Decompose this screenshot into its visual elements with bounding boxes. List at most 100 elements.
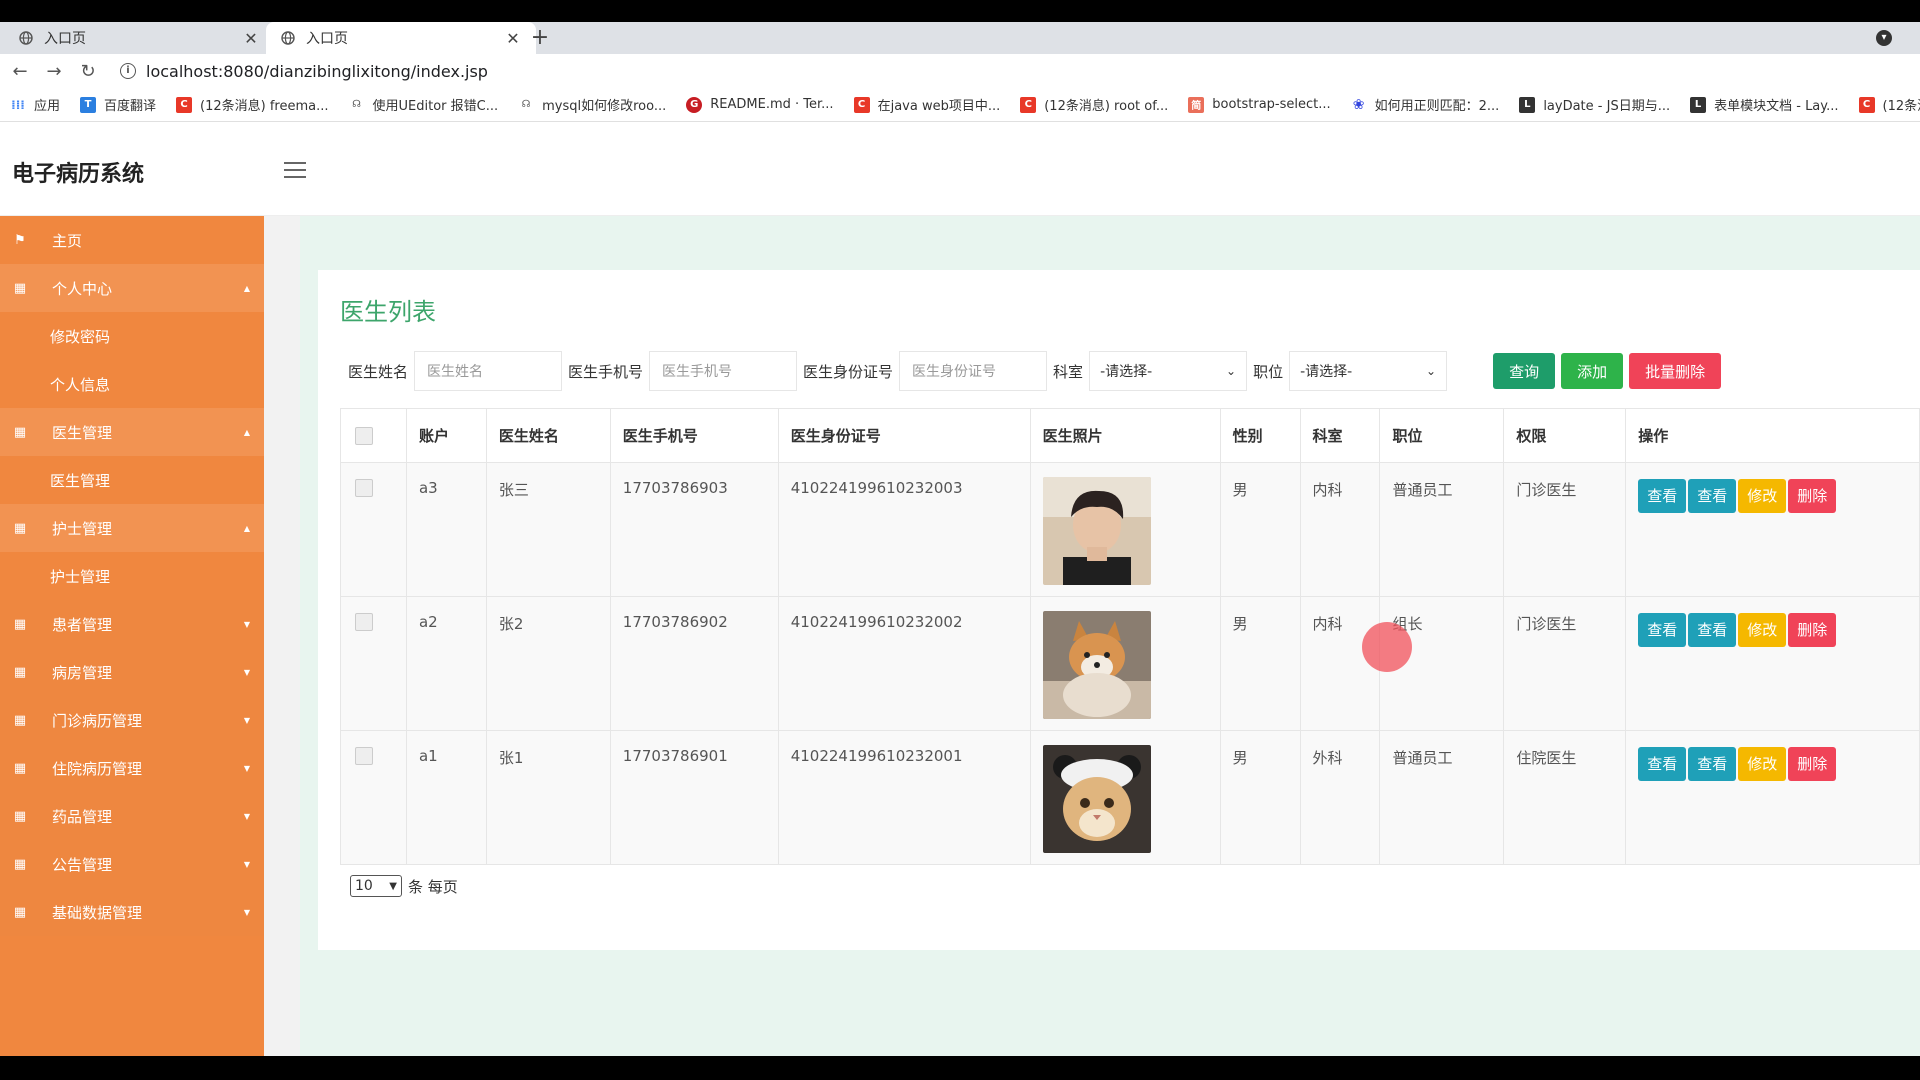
edit-button[interactable]: 修改 <box>1738 613 1787 647</box>
reload-icon[interactable]: ↻ <box>74 61 102 82</box>
row-checkbox[interactable] <box>355 747 373 765</box>
sidebar-subitem-personal-info[interactable]: 个人信息 <box>0 360 264 408</box>
grid-icon: ▦ <box>13 904 27 920</box>
bookmark[interactable]: G README.md · Ter... <box>686 96 834 113</box>
sidebar-subitem-change-password[interactable]: 修改密码 <box>0 312 264 360</box>
sidebar-item-nurse-management[interactable]: ▦ 护士管理 ▲ <box>0 504 264 552</box>
grid-icon: ▦ <box>13 664 27 680</box>
sidebar-item-notice-management[interactable]: ▦ 公告管理 ▼ <box>0 840 264 888</box>
cell-phone: 17703786901 <box>609 730 779 865</box>
view-button[interactable]: 查看 <box>1688 747 1737 781</box>
sidebar-item-outpatient-records[interactable]: ▦ 门诊病历管理 ▼ <box>0 696 264 744</box>
bookmark[interactable]: C (12条消息) root of... <box>1020 95 1168 114</box>
column-header: 职位 <box>1379 408 1505 463</box>
back-icon[interactable]: ← <box>6 61 34 82</box>
table-header-row: 账户 医生姓名 医生手机号 医生身份证号 医生照片 性别 科室 职位 权限 操作 <box>340 408 1920 463</box>
column-header: 科室 <box>1299 408 1381 463</box>
bookmark[interactable]: 简 bootstrap-select... <box>1188 96 1331 113</box>
sidebar: ⚑ 主页 ▦ 个人中心 ▲ 修改密码 个人信息 ▦ 医生管理 ▲ 医生管理 ▦ … <box>0 216 264 1056</box>
caret-down-icon: ▼ <box>243 764 250 773</box>
row-checkbox[interactable] <box>355 613 373 631</box>
app-title: 电子病历系统 <box>12 162 145 187</box>
bookmark[interactable]: C 在java web项目中... <box>853 95 1000 114</box>
sidebar-subitem-nurse-management[interactable]: 护士管理 <box>0 552 264 600</box>
cell-idcard: 410224199610232003 <box>777 462 1031 597</box>
close-icon[interactable]: ✕ <box>242 29 260 48</box>
add-button[interactable]: 添加 <box>1561 353 1624 389</box>
doctor-name-input[interactable]: 医生姓名 <box>414 351 563 391</box>
app-window: 电子病历系统 ⚑ 主页 ▦ 个人中心 ▲ 修改密码 个人信息 ▦ 医生管理 ▲ … <box>0 122 1920 1056</box>
view-button[interactable]: 查看 <box>1688 613 1737 647</box>
layui-icon: L <box>1690 96 1707 113</box>
filter-label: 医生姓名 <box>348 362 409 381</box>
page-size-select[interactable]: 10 ▼ <box>350 875 402 897</box>
department-select[interactable]: -请选择- ⌄ <box>1089 351 1248 391</box>
bookmark[interactable]: ☊ 使用UEditor 报错C... <box>349 95 498 114</box>
tab-search-icon[interactable]: ▾ <box>1876 30 1892 46</box>
close-icon[interactable]: ✕ <box>504 29 522 48</box>
page-size-suffix: 条 每页 <box>408 877 458 896</box>
flag-icon: ⚑ <box>14 232 26 248</box>
grid-icon: ▦ <box>13 760 27 776</box>
delete-button[interactable]: 删除 <box>1788 747 1837 781</box>
new-tab-button[interactable]: + <box>528 22 552 54</box>
cell-account: a2 <box>405 596 487 731</box>
bookmark[interactable]: ⁞⁞⁞ 应用 <box>10 95 60 115</box>
sidebar-item-personal-center[interactable]: ▦ 个人中心 ▲ <box>0 264 264 312</box>
browser-tab-bar: 入口页 ✕ 入口页 ✕ + ▾ <box>0 22 1920 54</box>
sidebar-item-ward-management[interactable]: ▦ 病房管理 ▼ <box>0 648 264 696</box>
edit-button[interactable]: 修改 <box>1738 479 1787 513</box>
column-header: 医生身份证号 <box>777 408 1031 463</box>
bookmark[interactable]: C(12条消息) 关于la <box>1858 95 1920 114</box>
sidebar-item-drug-management[interactable]: ▦ 药品管理 ▼ <box>0 792 264 840</box>
bottom-bar <box>0 1056 1920 1080</box>
url-text: localhost:8080/dianzibinglixitong/index.… <box>146 61 488 81</box>
filter-label: 医生身份证号 <box>803 362 894 381</box>
sidebar-item-home[interactable]: ⚑ 主页 <box>0 216 264 264</box>
csdn-icon: C <box>1858 96 1875 113</box>
browser-tab-2[interactable]: 入口页 ✕ <box>266 22 536 54</box>
delete-button[interactable]: 删除 <box>1788 613 1837 647</box>
view-button[interactable]: 查看 <box>1638 747 1687 781</box>
doctor-phone-input[interactable]: 医生手机号 <box>649 351 798 391</box>
bookmark[interactable]: LlayDate - JS日期与... <box>1519 95 1670 114</box>
row-checkbox[interactable] <box>355 479 373 497</box>
edit-button[interactable]: 修改 <box>1738 747 1787 781</box>
bookmark[interactable]: ☊ mysql如何修改roo... <box>518 95 667 114</box>
pagination: 10 ▼ 条 每页 <box>350 875 458 897</box>
cell-account: a3 <box>405 462 487 597</box>
baidu-icon: ❀ <box>1352 96 1365 113</box>
cell-phone: 17703786902 <box>609 596 779 731</box>
cell-name: 张三 <box>485 462 611 597</box>
browser-tab-1[interactable]: 入口页 ✕ <box>4 22 274 54</box>
sidebar-item-inpatient-records[interactable]: ▦ 住院病历管理 ▼ <box>0 744 264 792</box>
jianshu-icon: 简 <box>1188 96 1205 113</box>
sidebar-item-patient-management[interactable]: ▦ 患者管理 ▼ <box>0 600 264 648</box>
sidebar-item-label: 基础数据管理 <box>52 903 143 922</box>
info-icon[interactable]: i <box>120 63 136 79</box>
view-button[interactable]: 查看 <box>1638 613 1687 647</box>
batch-delete-button[interactable]: 批量删除 <box>1629 353 1722 389</box>
sidebar-subitem-doctor-management[interactable]: 医生管理 <box>0 456 264 504</box>
menu-toggle-icon[interactable] <box>284 162 306 178</box>
caret-down-icon: ▼ <box>243 668 250 677</box>
sidebar-item-basic-data[interactable]: ▦ 基础数据管理 ▼ <box>0 888 264 936</box>
select-all-checkbox[interactable] <box>355 426 373 445</box>
filter-label: 科室 <box>1053 362 1084 381</box>
url-field[interactable]: i localhost:8080/dianzibinglixitong/inde… <box>120 54 488 88</box>
bookmark[interactable]: L 表单模块文档 - Lay... <box>1690 95 1839 114</box>
bookmark[interactable]: ❀ 如何用正则匹配：2... <box>1351 95 1500 115</box>
forward-icon[interactable]: → <box>40 61 68 82</box>
delete-button[interactable]: 删除 <box>1788 479 1837 513</box>
bookmark[interactable]: T 百度翻译 <box>80 95 156 114</box>
column-header: 性别 <box>1219 408 1301 463</box>
sidebar-item-label: 个人中心 <box>52 279 113 298</box>
doctor-idcard-input[interactable]: 医生身份证号 <box>899 351 1048 391</box>
bookmark[interactable]: C (12条消息) freema... <box>176 95 329 114</box>
view-button[interactable]: 查看 <box>1638 479 1687 513</box>
chevron-down-icon: ▼ <box>389 880 397 892</box>
sidebar-item-doctor-management[interactable]: ▦ 医生管理 ▲ <box>0 408 264 456</box>
position-select[interactable]: -请选择- ⌄ <box>1289 351 1448 391</box>
view-button[interactable]: 查看 <box>1688 479 1737 513</box>
query-button[interactable]: 查询 <box>1493 353 1556 389</box>
